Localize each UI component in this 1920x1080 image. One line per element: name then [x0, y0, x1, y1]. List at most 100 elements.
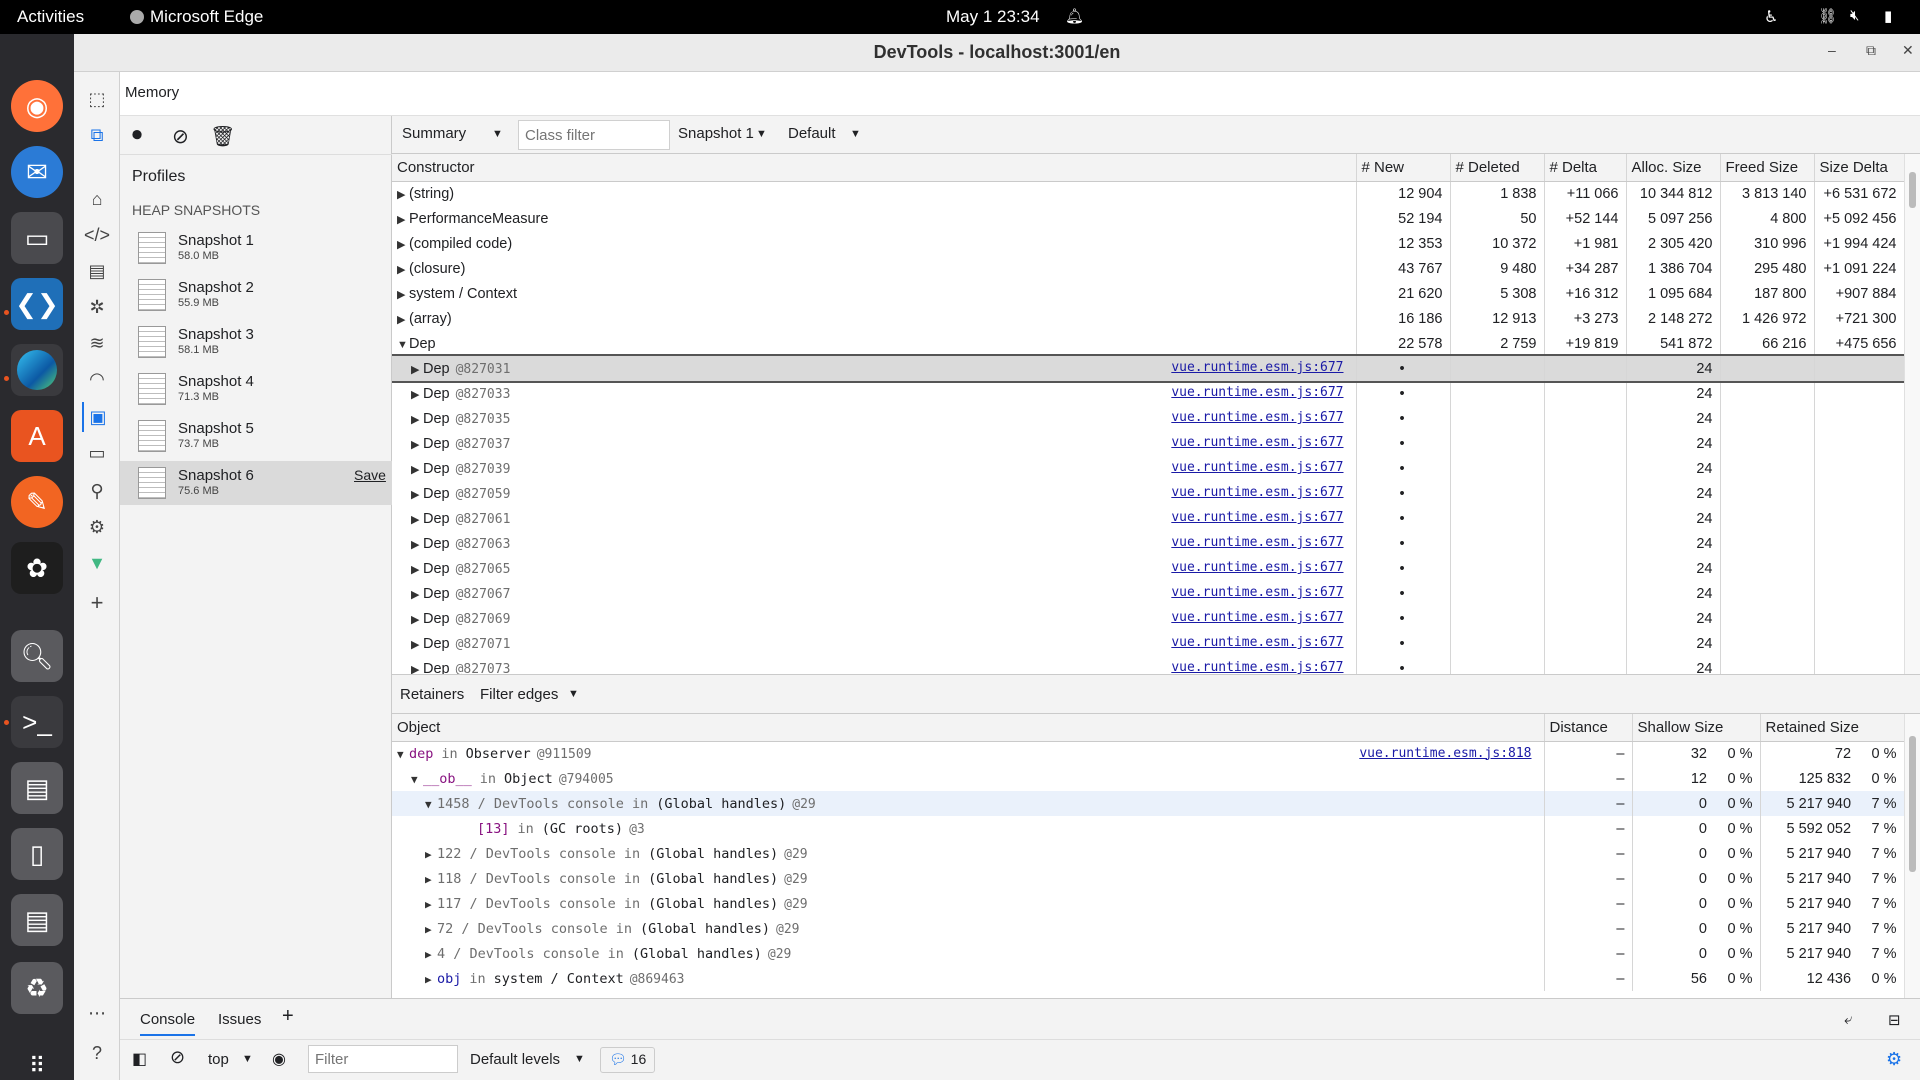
source-link[interactable]: vue.runtime.esm.js:677 — [1171, 510, 1343, 525]
sources-bug-icon[interactable]: ✲ — [82, 292, 112, 322]
collapsed-triangle-icon[interactable]: ▶ — [425, 898, 437, 911]
collapsed-triangle-icon[interactable]: ▶ — [411, 413, 423, 426]
device-toolbar-icon[interactable]: ⬚ — [82, 84, 112, 114]
collapsed-triangle-icon[interactable]: ▶ — [411, 538, 423, 551]
delete-icon[interactable]: 🗑︎ — [210, 124, 235, 149]
console-filter-input[interactable] — [308, 1045, 458, 1073]
snapshot-item[interactable]: Snapshot 4 71.3 MB — [120, 367, 392, 411]
column-header[interactable]: Shallow Size — [1632, 714, 1761, 742]
battery-icon[interactable]: ▮ — [1884, 7, 1892, 25]
retainer-row[interactable]: ▶ 118 / DevTools console in (Global handles… — [392, 866, 1904, 891]
collapsed-triangle-icon[interactable]: ▶ — [397, 238, 409, 251]
collapsed-triangle-icon[interactable]: ▶ — [411, 363, 423, 376]
constructor-row[interactable]: ▶ PerformanceMeasure 52 194 50 +52 144 5 097 … — [392, 206, 1904, 231]
chevron-down-icon[interactable]: ▼ — [756, 128, 767, 140]
class-filter-input[interactable] — [518, 120, 670, 150]
collapsed-triangle-icon[interactable]: ▶ — [411, 488, 423, 501]
column-header[interactable]: Distance — [1544, 714, 1633, 742]
clock[interactable]: May 1 23:34 — [946, 7, 1040, 27]
constructor-row[interactable]: ▼Dep 22 578 2 759 +19 819 541 872 66 216 +475 … — [392, 331, 1904, 356]
retainer-row[interactable]: ▼ dep in Observer @911509 vue.runtime.esm.js:… — [392, 741, 1904, 766]
figma-icon[interactable]: ✿ — [11, 542, 63, 594]
instance-row[interactable]: ▶ Dep @827067 vue.runtime.esm.js:677 • 24 — [392, 581, 1904, 606]
constructor-row[interactable]: ▶ (closure) 43 767 9 480 +34 287 1 386 704 295… — [392, 256, 1904, 281]
chevron-down-icon[interactable]: ▼ — [850, 128, 861, 140]
add-tool-icon[interactable]: + — [82, 588, 112, 618]
collapsed-triangle-icon[interactable]: ▶ — [397, 288, 409, 301]
removable-drive-icon[interactable]: ▯ — [11, 828, 63, 880]
activities-button[interactable]: Activities — [17, 7, 84, 27]
messages-badge[interactable]: 💬︎ 16 — [600, 1047, 656, 1073]
collapsed-triangle-icon[interactable]: ▶ — [397, 313, 409, 326]
volume-icon[interactable]: 🔇︎ — [1850, 7, 1859, 24]
source-link[interactable]: vue.runtime.esm.js:677 — [1171, 410, 1343, 425]
retainers-scrollbar[interactable] — [1904, 714, 1920, 1000]
app-menu[interactable]: Microsoft Edge — [150, 7, 263, 27]
chevron-down-icon[interactable]: ▼ — [568, 688, 579, 700]
instance-row[interactable]: ▶ Dep @827069 vue.runtime.esm.js:677 • 24 — [392, 606, 1904, 631]
expanded-triangle-icon[interactable]: ▼ — [397, 339, 409, 351]
column-header[interactable]: Object — [392, 714, 1545, 742]
thunderbird-icon[interactable]: ✉ — [11, 146, 63, 198]
network-wifi-icon[interactable]: ≋ — [82, 328, 112, 358]
console-tab[interactable]: Console — [140, 1011, 196, 1036]
issues-tab[interactable]: Issues — [218, 1011, 261, 1028]
snapshot-item[interactable]: Snapshot 3 58.1 MB — [120, 320, 392, 364]
column-header[interactable]: # New — [1356, 154, 1451, 182]
maximize-icon[interactable]: ⧉ — [1866, 42, 1876, 59]
constructor-row[interactable]: ▶ (array) 16 186 12 913 +3 273 2 148 272 1 426… — [392, 306, 1904, 331]
column-header[interactable]: Freed Size — [1720, 154, 1815, 182]
view-select[interactable]: Summary — [402, 125, 466, 142]
snapshot-item[interactable]: Snapshot 1 58.0 MB — [120, 226, 392, 270]
column-header[interactable]: Constructor — [392, 154, 1357, 182]
instance-row[interactable]: ▶ Dep @827073 vue.runtime.esm.js:677 • 24 — [392, 656, 1904, 674]
expanded-triangle-icon[interactable]: ▼ — [397, 748, 409, 761]
collapsed-triangle-icon[interactable]: ▶ — [411, 638, 423, 651]
security-icon[interactable]: ⚲ — [82, 476, 112, 506]
collapsed-triangle-icon[interactable]: ▶ — [425, 848, 437, 861]
chevron-down-icon[interactable]: ▼ — [574, 1053, 585, 1065]
instance-row[interactable]: ▶ Dep @827037 vue.runtime.esm.js:677 • 24 — [392, 431, 1904, 456]
filter-edges-select[interactable]: Filter edges — [480, 686, 558, 703]
close-drawer-icon[interactable]: ⊟ — [1888, 1011, 1901, 1029]
retainer-row[interactable]: ▶ 4 / DevTools console in (Global handles) @… — [392, 941, 1904, 966]
retainer-row[interactable]: ▶ 122 / DevTools console in (Global handles… — [392, 841, 1904, 866]
collapsed-triangle-icon[interactable]: ▶ — [425, 923, 437, 936]
instance-row[interactable]: ▶ Dep @827031 vue.runtime.esm.js:677 • 24 — [392, 354, 1904, 383]
source-link[interactable]: vue.runtime.esm.js:818 — [1359, 746, 1531, 761]
memory-chip-icon[interactable]: ▣ — [82, 402, 112, 432]
retainer-row[interactable]: ▶ obj in system / Context @869463 – 56 0 % 12 43… — [392, 966, 1904, 991]
more-tools-icon[interactable]: ⋯ — [82, 998, 112, 1028]
instance-row[interactable]: ▶ Dep @827035 vue.runtime.esm.js:677 • 24 — [392, 406, 1904, 431]
postman-icon[interactable]: ✎ — [11, 476, 63, 528]
app-center-icon[interactable]: A — [11, 410, 63, 462]
vscode-icon[interactable]: ❮❯ — [11, 278, 63, 330]
mode-select[interactable]: Default — [788, 125, 836, 142]
source-link[interactable]: vue.runtime.esm.js:677 — [1171, 385, 1343, 400]
terminal-icon[interactable]: >_ — [11, 696, 63, 748]
chevron-down-icon[interactable]: ▼ — [492, 128, 503, 140]
inspect-icon[interactable]: ⧉ — [82, 120, 112, 150]
source-link[interactable]: vue.runtime.esm.js:677 — [1171, 585, 1343, 600]
snapshot-item[interactable]: Snapshot 2 55.9 MB — [120, 273, 392, 317]
console-warning-icon[interactable]: ▤ — [82, 256, 112, 286]
instance-row[interactable]: ▶ Dep @827065 vue.runtime.esm.js:677 • 24 — [392, 556, 1904, 581]
collapsed-triangle-icon[interactable]: ▶ — [411, 388, 423, 401]
live-expression-eye-icon[interactable]: ◉ — [272, 1049, 286, 1069]
add-tab-icon[interactable]: + — [282, 1005, 294, 1028]
files-icon[interactable]: ▭ — [11, 212, 63, 264]
accessibility-icon[interactable]: ♿︎ — [1764, 7, 1778, 27]
close-icon[interactable]: ✕ — [1902, 42, 1914, 59]
minimize-icon[interactable]: – — [1828, 42, 1836, 58]
instance-row[interactable]: ▶ Dep @827071 vue.runtime.esm.js:677 • 24 — [392, 631, 1904, 656]
magnifier-icon[interactable]: 🔍︎ — [11, 630, 63, 682]
context-select[interactable]: top — [208, 1051, 229, 1068]
constructor-row[interactable]: ▶ (string) 12 904 1 838 +11 066 10 344 812 3 8… — [392, 181, 1904, 206]
retainer-row[interactable]: [13] in (GC roots) @3 – 0 0 % 5 592 052 7 % — [392, 816, 1904, 841]
chevron-down-icon[interactable]: ▼ — [242, 1053, 253, 1065]
log-levels-select[interactable]: Default levels — [470, 1051, 560, 1068]
instance-row[interactable]: ▶ Dep @827063 vue.runtime.esm.js:677 • 24 — [392, 531, 1904, 556]
source-link[interactable]: vue.runtime.esm.js:677 — [1171, 535, 1343, 550]
instance-row[interactable]: ▶ Dep @827059 vue.runtime.esm.js:677 • 24 — [392, 481, 1904, 506]
trash-icon[interactable]: ♻ — [11, 962, 63, 1014]
